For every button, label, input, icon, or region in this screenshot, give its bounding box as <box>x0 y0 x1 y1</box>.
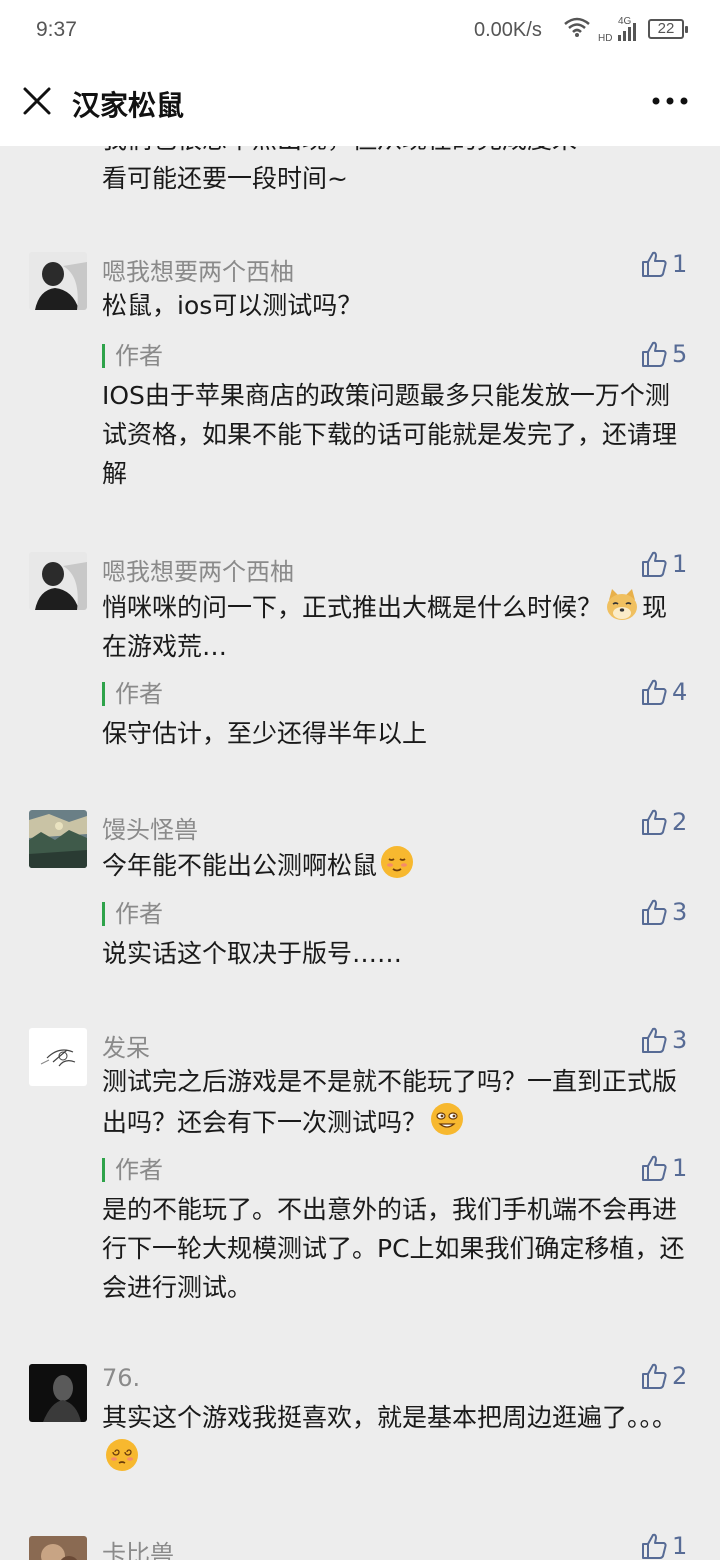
thumbs-up-icon <box>642 1533 667 1559</box>
thumbs-up-icon <box>642 1027 667 1053</box>
close-button[interactable] <box>20 84 54 118</box>
comment-username[interactable]: 嗯我想要两个西柚 <box>102 252 294 287</box>
network-speed: 0.00K/s <box>474 19 542 41</box>
comment-text: 今年能不能出公测啊松鼠 <box>102 844 692 885</box>
thumbs-up-icon <box>642 341 667 367</box>
avatar[interactable] <box>29 1364 87 1422</box>
avatar[interactable] <box>29 810 87 868</box>
reply-like-button[interactable]: 3 <box>640 898 687 926</box>
author-reply-text: 是的不能玩了。不出意外的话，我们手机端不会再进行下一轮大规模测试了。PC上如果我… <box>102 1195 685 1302</box>
status-time: 9:37 <box>36 18 77 41</box>
author-reply-tag: 作者 <box>102 344 163 368</box>
reply-like-count: 1 <box>672 1154 688 1182</box>
reply-like-count: 3 <box>672 898 688 926</box>
reply-like-count: 4 <box>672 678 688 706</box>
like-count: 1 <box>672 1532 688 1560</box>
reply-like-button[interactable]: 4 <box>640 678 687 706</box>
page-title: 汉家松鼠 <box>72 89 185 122</box>
comment-username[interactable]: 发呆 <box>102 1028 150 1063</box>
thumbs-up-icon <box>642 551 667 577</box>
comment-text: 测试完之后游戏是不是就不能玩了吗？一直到正式版出吗？还会有下一次测试吗？ <box>102 1062 692 1142</box>
comment-username[interactable]: 卡比兽 <box>102 1534 174 1560</box>
author-reply-text: IOS由于苹果商店的政策问题最多只能发放一万个测试资格，如果不能下载的话可能就是… <box>102 381 678 488</box>
comment-list[interactable]: 我们也很想早点出现，但从现在的完成度来 看可能还要一段时间~ 嗯我想要两个西柚 … <box>0 146 720 1560</box>
status-bar: 9:37 0.00K/s 4G HD 22 <box>0 0 720 62</box>
avatar[interactable] <box>29 1028 87 1086</box>
author-reply-tag: 作者 <box>102 682 163 706</box>
reply-like-button[interactable]: 5 <box>640 340 687 368</box>
previous-reply-text: 我们也很想早点出现，但从现在的完成度来 看可能还要一段时间~ <box>102 146 692 198</box>
thumbs-up-icon <box>642 251 667 277</box>
comment-text-part: 测试完之后游戏是不是就不能玩了吗？一直到正式版出吗？还会有下一次测试吗？ <box>102 1067 678 1137</box>
thumbs-up-icon <box>642 1155 667 1181</box>
thumbs-up-icon <box>642 899 667 925</box>
comment-text-part: 其实这个游戏我挺喜欢，就是基本把周边逛遍了。。。 <box>102 1403 678 1432</box>
like-count: 2 <box>672 808 688 836</box>
thumbs-up-icon <box>642 679 667 705</box>
reply-like-count: 5 <box>672 340 688 368</box>
previous-reply-line-1: 我们也很想早点出现，但从现在的完成度来 <box>102 146 692 159</box>
like-button[interactable]: 1 <box>640 250 687 278</box>
comment-username[interactable]: 馒头怪兽 <box>102 810 198 845</box>
like-button[interactable]: 3 <box>640 1026 687 1054</box>
relieved-face-emoji <box>379 844 415 880</box>
like-button[interactable]: 1 <box>640 1532 687 1560</box>
doge-emoji <box>604 586 640 622</box>
comment-username[interactable]: 嗯我想要两个西柚 <box>102 552 294 587</box>
avatar[interactable] <box>29 252 87 310</box>
comment-text-part: 今年能不能出公测啊松鼠 <box>102 851 378 880</box>
like-button[interactable]: 2 <box>640 808 687 836</box>
signal-label-hd: HD <box>598 33 612 44</box>
thumbs-up-icon <box>642 809 667 835</box>
nav-bar: 汉家松鼠 <box>0 62 720 146</box>
like-button[interactable]: 1 <box>640 550 687 578</box>
like-count: 2 <box>672 1362 688 1390</box>
comment-text: 悄咪咪的问一下，正式推出大概是什么时候？ 现在游戏荒… <box>102 586 692 666</box>
dizzy-face-emoji <box>104 1437 140 1473</box>
wifi-icon <box>563 16 591 44</box>
like-count: 1 <box>672 550 688 578</box>
author-reply-text: 保守估计，至少还得半年以上 <box>102 719 428 748</box>
smirk-face-emoji <box>429 1101 465 1137</box>
like-button[interactable]: 2 <box>640 1362 687 1390</box>
like-count: 1 <box>672 250 688 278</box>
author-reply-text: 说实话这个取决于版号…… <box>102 939 403 968</box>
more-button[interactable] <box>648 86 692 116</box>
comment-text: 松鼠，ios可以测试吗？ <box>102 291 363 320</box>
comment-username[interactable]: 76. <box>102 1364 140 1392</box>
comment-text-part: 悄咪咪的问一下，正式推出大概是什么时候？ <box>102 593 603 622</box>
signal-label-4g: 4G <box>618 16 632 27</box>
author-reply-tag: 作者 <box>102 902 163 926</box>
avatar[interactable] <box>29 1536 87 1560</box>
thumbs-up-icon <box>642 1363 667 1389</box>
close-icon <box>23 87 51 115</box>
signal-icon: 4G HD <box>598 14 640 50</box>
avatar[interactable] <box>29 552 87 610</box>
reply-like-button[interactable]: 1 <box>640 1154 687 1182</box>
comment-text: 其实这个游戏我挺喜欢，就是基本把周边逛遍了。。。 <box>102 1398 692 1478</box>
like-count: 3 <box>672 1026 688 1054</box>
author-reply-tag: 作者 <box>102 1158 163 1182</box>
battery-icon: 22 <box>648 19 688 39</box>
more-icon <box>652 97 688 105</box>
previous-reply-line-2: 看可能还要一段时间~ <box>102 164 348 193</box>
